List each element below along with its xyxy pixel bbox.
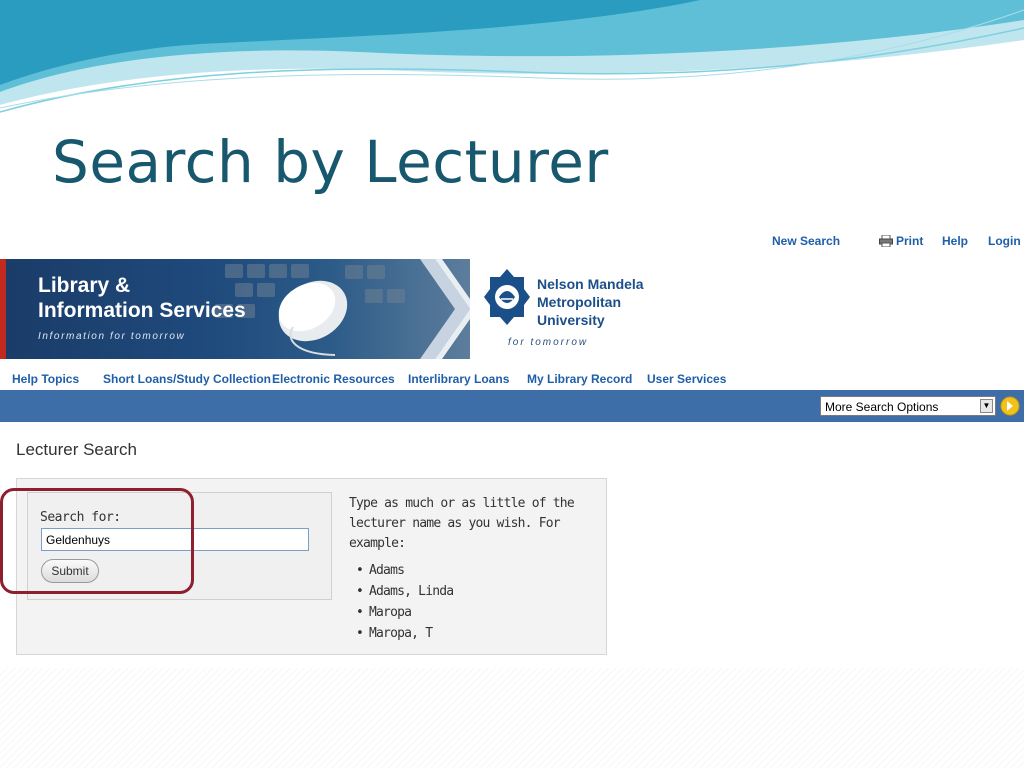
printer-icon [879,235,893,247]
nav-item-user-services[interactable]: User Services [647,372,726,386]
nav-item-my-library-record[interactable]: My Library Record [527,372,632,386]
nav-item-electronic-resources[interactable]: Electronic Resources [272,372,395,386]
lecturer-search-input[interactable] [41,528,309,551]
new-search-link[interactable]: New Search [772,234,840,248]
library-tagline: Information for tomorrow [38,331,186,342]
university-tagline: for tomorrow [508,337,589,348]
print-link[interactable]: Print [879,234,923,248]
go-arrow-button[interactable] [1000,395,1020,417]
slide-background-pattern [0,660,1024,768]
chevron-down-icon[interactable]: ▼ [980,399,993,413]
login-link[interactable]: Login [988,234,1021,248]
lecturer-search-heading: Lecturer Search [16,440,137,459]
search-help-text: Type as much or as little of the lecture… [349,496,575,551]
example-list: Adams Adams, Linda Maropa Maropa, T [349,560,604,644]
library-name: Library & Information Services [38,274,246,322]
help-link[interactable]: Help [942,234,968,248]
nav-item-interlibrary-loans[interactable]: Interlibrary Loans [408,372,509,386]
slide-title: Search by Lecturer [52,128,609,196]
library-catalog-screenshot: New Search Print Help Login Library & In… [0,228,1024,668]
nav-item-help-topics[interactable]: Help Topics [12,372,79,386]
main-navigation: Help Topics Short Loans/Study Collection… [0,370,1024,390]
banner-accent-stripe [0,259,6,359]
search-options-value: More Search Options [825,400,939,414]
submit-button[interactable]: Submit [41,559,99,583]
search-help: Type as much or as little of the lecture… [349,494,604,644]
lecturer-search-panel: Search for: Submit Type as much or as li… [16,478,607,655]
nav-item-short-loans[interactable]: Short Loans/Study Collection [103,372,271,386]
print-label: Print [896,234,924,248]
example-item: Maropa, T [349,623,604,644]
banner-chevron [420,259,470,359]
example-item: Adams, Linda [349,581,604,602]
slide-wave-decoration [0,0,1024,113]
search-for-label: Search for: [40,510,121,525]
utility-links: New Search Print Help Login [0,232,1024,252]
search-options-bar: More Search Options ▼ [0,390,1024,422]
example-item: Maropa [349,602,604,623]
university-logo [484,269,530,325]
site-banner: Library & Information Services Informati… [0,259,644,359]
keyboard-mouse-image [215,264,405,356]
search-form-box: Search for: Submit [27,492,332,600]
search-options-select[interactable]: More Search Options ▼ [820,396,996,416]
example-item: Adams [349,560,604,581]
university-name: Nelson Mandela Metropolitan University [537,276,644,328]
